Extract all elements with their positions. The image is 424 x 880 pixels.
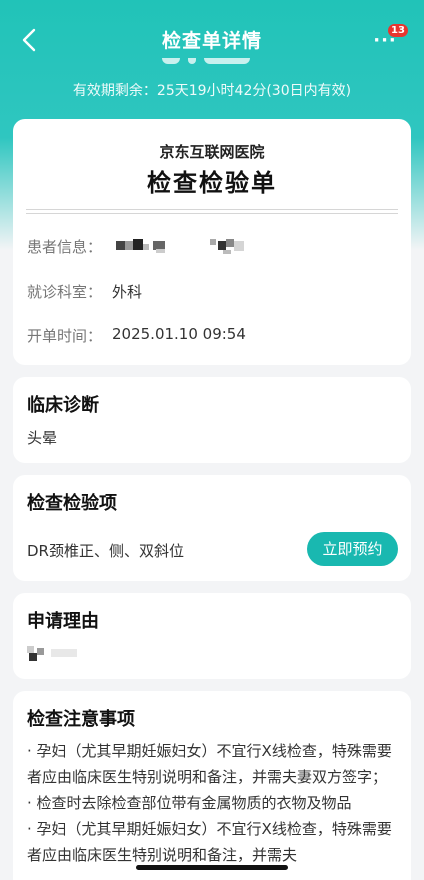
diagnosis-title: 临床诊断 xyxy=(27,395,99,416)
order-time-value: 2025.01.10 09:54 xyxy=(112,325,246,343)
home-indicator[interactable] xyxy=(136,865,288,870)
book-now-button[interactable]: 立即预约 xyxy=(307,532,398,566)
notice-item: · 检查时去除检查部位带有金属物质的衣物及物品 xyxy=(27,794,352,812)
department-value: 外科 xyxy=(112,283,143,301)
reason-redacted xyxy=(27,646,87,666)
order-time-label: 开单时间： xyxy=(27,327,103,345)
divider-line xyxy=(26,209,398,210)
reason-card: 申请理由 xyxy=(13,593,411,679)
exam-item-name: DR颈椎正、侧、双斜位 xyxy=(27,542,184,560)
hospital-name: 京东互联网医院 xyxy=(159,143,265,161)
notice-item: · 孕妇（尤其早期妊娠妇女）不宜行X线检查，特殊需要者应由临床医生特别说明和备注… xyxy=(27,820,392,864)
patient-info-label: 患者信息： xyxy=(27,238,103,256)
diagnosis-card: 临床诊断 头晕 xyxy=(13,377,411,463)
form-title: 检查检验单 xyxy=(147,169,277,197)
notice-list: · 孕妇（尤其早期妊娠妇女）不宜行X线检查，特殊需要者应由临床医生特别说明和备注… xyxy=(27,738,399,868)
exam-items-title: 检查检验项 xyxy=(27,493,117,514)
exam-form-card: 京东互联网医院 检查检验单 患者信息： 就诊科室： 外科 开单时间： 2025.… xyxy=(13,119,411,365)
department-label: 就诊科室： xyxy=(27,283,103,301)
notice-item: · 孕妇（尤其早期妊娠妇女）不宜行X线检查，特殊需要者应由临床医生特别说明和备注… xyxy=(27,742,392,786)
validity-text: 有效期剩余：25天19小时42分(30日内有效) xyxy=(72,83,352,99)
scrolled-content-peek xyxy=(160,58,260,66)
top-bar: 检查单详情 ··· 13 xyxy=(0,0,424,80)
page-title: 检查单详情 xyxy=(161,30,262,52)
divider-line xyxy=(26,213,398,214)
notification-badge: 13 xyxy=(388,24,408,37)
notice-title: 检查注意事项 xyxy=(27,709,135,730)
notice-card: 检查注意事项 · 孕妇（尤其早期妊娠妇女）不宜行X线检查，特殊需要者应由临床医生… xyxy=(13,691,411,880)
reason-title: 申请理由 xyxy=(27,611,99,632)
exam-items-card: 检查检验项 DR颈椎正、侧、双斜位 立即预约 xyxy=(13,475,411,581)
diagnosis-text: 头晕 xyxy=(27,429,58,447)
patient-info-redacted xyxy=(114,236,254,258)
